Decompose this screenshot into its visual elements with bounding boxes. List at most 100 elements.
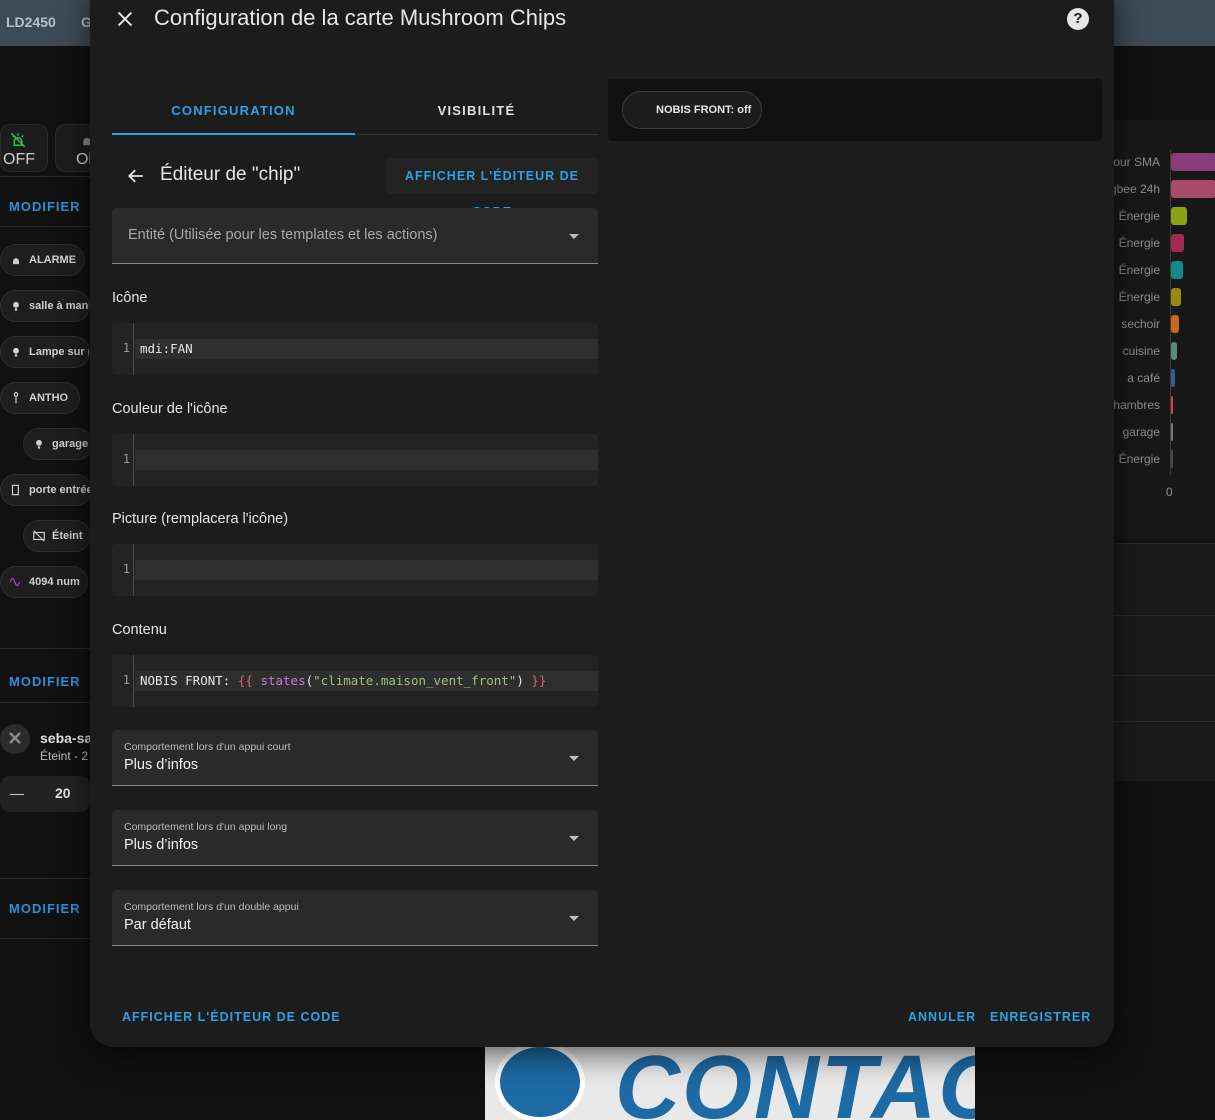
line-gutter: 1 — [112, 323, 134, 375]
chip-lampe-sur-pied[interactable]: Lampe sur pie — [0, 336, 90, 368]
icon-code-value: mdi:FAN — [140, 341, 193, 356]
code-function: states — [260, 673, 306, 688]
line-number: 1 — [122, 562, 130, 576]
tap-action-value: Plus d’infos — [124, 757, 199, 773]
line-number: 1 — [122, 452, 130, 466]
line-number: 1 — [122, 341, 130, 355]
divider — [0, 648, 90, 649]
chart-label: garage — [1122, 425, 1160, 439]
entity-select[interactable]: Entité (Utilisée pour les templates et l… — [112, 208, 598, 264]
preview-chip[interactable]: NOBIS FRONT: off — [622, 91, 763, 129]
code-paren-open: ( — [305, 673, 314, 688]
hold-action-select[interactable]: Comportement lors d'un appui long Plus d… — [112, 810, 598, 866]
lightbulb-icon — [36, 439, 42, 449]
line-gutter: 1 — [112, 434, 134, 486]
double-tap-action-select[interactable]: Comportement lors d'un double appui Par … — [112, 890, 598, 946]
divider — [0, 176, 90, 177]
content-code-input[interactable]: 1 NOBIS FRONT: {{ states("climate.maison… — [112, 655, 598, 707]
close-icon[interactable] — [114, 8, 136, 30]
line-gutter: 1 — [112, 544, 134, 596]
tab-configuration[interactable]: CONFIGURATION — [112, 90, 355, 135]
show-code-editor-button[interactable]: AFFICHER L'ÉDITEUR DE CODE — [386, 158, 598, 219]
footer-show-code-editor-button[interactable]: AFFICHER L'ÉDITEUR DE CODE — [122, 1010, 341, 1024]
climate-name: seba-sa — [40, 730, 93, 746]
chevron-down-icon — [569, 916, 579, 921]
chart-label: our SMA — [1113, 155, 1160, 169]
chip-editor-title: Éditeur de "chip" — [160, 164, 301, 185]
save-button[interactable]: ENREGISTRER — [990, 1010, 1091, 1024]
chart-label: Énergie — [1118, 209, 1160, 223]
chip-eteint[interactable]: Éteint — [23, 520, 91, 552]
climate-state: Éteint - 2 — [40, 749, 89, 763]
decrease-button[interactable]: — — [10, 785, 24, 801]
chart-bar — [1171, 207, 1187, 225]
climate-target-value: 20 — [55, 785, 71, 801]
logo-wave-shape — [495, 1047, 585, 1120]
chip-antho-label: ANTHO — [29, 392, 69, 404]
divider — [0, 702, 90, 703]
chart-bar — [1171, 423, 1173, 441]
chip-salle-a-manger[interactable]: salle à mange — [0, 290, 90, 322]
alarm-light-off-icon — [10, 132, 26, 148]
help-icon[interactable]: ? — [1067, 8, 1089, 30]
chart-label: hambres — [1113, 398, 1160, 412]
tap-action-select[interactable]: Comportement lors d'un appui court Plus … — [112, 730, 598, 786]
chip-porte-entree[interactable]: porte entrée — [0, 474, 92, 506]
picture-code-input[interactable]: 1 — [112, 544, 598, 596]
background-card — [1114, 543, 1215, 615]
chart-bar — [1171, 342, 1177, 360]
climate-stepper[interactable]: — 20 — [0, 776, 90, 812]
background-card — [1114, 721, 1215, 781]
lightbulb-icon — [13, 301, 19, 311]
chart-label: Énergie — [1118, 290, 1160, 304]
card-preview: NOBIS FRONT: off — [608, 79, 1102, 141]
sine-wave-icon — [9, 577, 21, 587]
chip-antho[interactable]: ANTHO — [0, 382, 80, 414]
back-arrow-icon[interactable] — [126, 166, 146, 186]
chip-label-off: OFF — [3, 151, 35, 168]
chip-alarme-label: ALARME — [29, 254, 77, 266]
active-line-highlight — [135, 339, 598, 359]
logo-lettering: CONTACT — [615, 1047, 975, 1120]
lightbulb-icon — [13, 347, 19, 357]
cancel-button[interactable]: ANNULER — [908, 1010, 976, 1024]
chevron-down-icon — [569, 234, 579, 239]
chart-label: Énergie — [1118, 452, 1160, 466]
hold-action-value: Plus d’infos — [124, 837, 199, 853]
line-gutter: 1 — [112, 655, 134, 707]
entity-placeholder: Entité (Utilisée pour les templates et l… — [128, 227, 438, 243]
chip-4094-num[interactable]: 4094 num — [0, 566, 88, 598]
double-tap-action-value: Par défaut — [124, 917, 191, 933]
second-off-chip[interactable]: Ol — [55, 124, 95, 172]
icon-color-code-input[interactable]: 1 — [112, 434, 598, 486]
chevron-down-icon — [569, 756, 579, 761]
dialog-title: Configuration de la carte Mushroom Chips — [154, 5, 567, 30]
background-card — [1114, 615, 1215, 675]
alarm-off-chip[interactable]: OFF — [0, 124, 48, 172]
modifier-button-1[interactable]: MODIFIER — [9, 199, 81, 214]
background-left-column: OFF Ol MODIFIER ALARME salle à mange Lam… — [0, 46, 95, 1120]
chip-garage[interactable]: garage — [23, 428, 93, 460]
chart-label: a café — [1127, 371, 1160, 385]
tab-visibilite[interactable]: VISIBILITÉ — [355, 90, 598, 135]
background-card — [1114, 675, 1215, 721]
chart-label: Énergie — [1118, 263, 1160, 277]
divider — [0, 938, 90, 939]
door-icon — [11, 484, 19, 496]
chip-lampe-label: Lampe sur pie — [29, 346, 89, 358]
topbar-item-ld2450[interactable]: LD2450 — [6, 14, 56, 30]
tab-bar: CONFIGURATION VISIBILITÉ — [112, 90, 598, 135]
chip-editor-header: Éditeur de "chip" AFFICHER L'ÉDITEUR DE … — [112, 158, 598, 219]
picture-field-label: Picture (remplacera l'icône) — [112, 511, 289, 527]
icon-code-input[interactable]: 1 mdi:FAN — [112, 323, 598, 375]
chip-alarme[interactable]: ALARME — [0, 244, 85, 276]
chart-label: Énergie — [1118, 236, 1160, 250]
background-logo-image: CONTACT — [485, 1047, 975, 1120]
divider — [0, 226, 90, 227]
chart-bar — [1171, 315, 1179, 333]
modifier-button-3[interactable]: MODIFIER — [9, 901, 81, 916]
modifier-button-2[interactable]: MODIFIER — [9, 674, 81, 689]
code-text: NOBIS FRONT: — [140, 673, 238, 688]
chart-bar — [1171, 369, 1175, 387]
chip-4094-label: 4094 num — [29, 576, 80, 588]
